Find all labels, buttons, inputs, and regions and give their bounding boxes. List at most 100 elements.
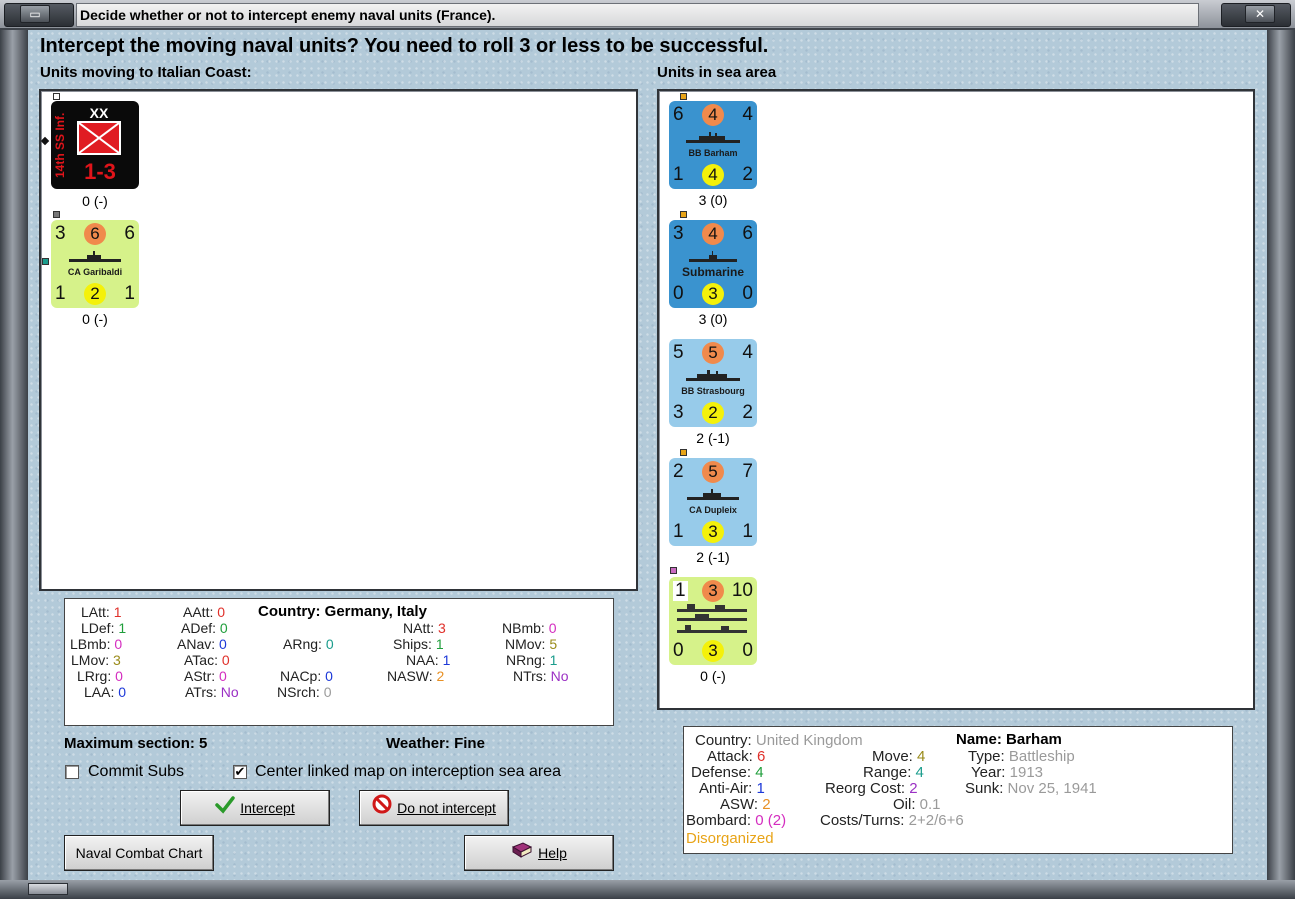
maximum-section: Maximum section: 5 <box>64 735 208 752</box>
stat-lbmb: LBmb: 0 <box>70 636 123 652</box>
weather: Weather: Fine <box>386 735 485 752</box>
naval-combat-chart-button[interactable]: Naval Combat Chart <box>64 835 214 871</box>
summary-country: Country: Germany, Italy <box>258 603 427 620</box>
naval-unit-submarine[interactable]: 3 4 6 Submarine 0 3 0 <box>669 220 757 308</box>
unit-aa: 0 <box>742 640 753 661</box>
infantry-icon <box>77 121 121 155</box>
naval-unit-bb-barham[interactable]: 6 4 4 BB Barham 1 4 2 <box>669 101 757 189</box>
unit-attack: 5 <box>673 342 684 363</box>
unit-defense: 3 <box>673 402 684 423</box>
unit-range: 6 <box>742 223 753 244</box>
moving-units-summary: LAtt: 1 LDef: 1 LBmb: 0 LMov: 3 LRrg: 0 … <box>64 598 614 726</box>
unit-movement: 3 <box>702 580 724 602</box>
unit-defense: 1 <box>673 164 684 185</box>
commit-subs-label[interactable]: Commit Subs <box>88 763 184 781</box>
unit-attack: 3 <box>55 223 66 244</box>
center-map-label[interactable]: Center linked map on interception sea ar… <box>255 763 561 781</box>
unit-aa: 2 <box>742 402 753 423</box>
checkmark-icon <box>215 792 235 826</box>
stat-lmov: LMov: 3 <box>71 652 121 668</box>
stat-latt: LAtt: 1 <box>81 604 122 620</box>
stat-nmov: NMov: 5 <box>505 636 558 652</box>
detail-move: Move: 4 <box>872 748 926 765</box>
unit-aa: 2 <box>742 164 753 185</box>
unit-caption: 2 (-1) <box>696 549 730 565</box>
sea-area-units-panel[interactable]: 6 4 4 BB Barham 1 4 2 3 (0) 3 4 6 Submar… <box>657 89 1255 710</box>
window-title: Decide whether or not to intercept enemy… <box>76 3 1199 27</box>
unit-caption: 0 (-) <box>82 311 108 327</box>
sea-area-units-label: Units in sea area <box>657 64 777 81</box>
naval-unit-ca-dupleix[interactable]: 2 5 7 CA Dupleix 1 3 1 <box>669 458 757 546</box>
unit-movement: 5 <box>702 342 724 364</box>
unit-defense: 1 <box>673 521 684 542</box>
naval-unit-bb-strasbourg[interactable]: 5 5 4 BB Strasbourg 3 2 2 <box>669 339 757 427</box>
unit-attack: 3 <box>673 223 684 244</box>
unit-aa: 0 <box>742 283 753 304</box>
unit-name: BB Strasbourg <box>681 386 745 396</box>
unit-range: 4 <box>742 342 753 363</box>
battleship-silhouette-icon <box>686 132 740 143</box>
unit-name: BB Barham <box>688 148 738 158</box>
unit-size: 3 <box>702 283 724 305</box>
unit-name: Submarine <box>681 265 744 279</box>
detail-country: Country: United Kingdom <box>695 732 863 749</box>
unit-strength: 1-3 <box>84 159 116 184</box>
frame-left <box>0 30 28 882</box>
unit-caption: 3 (0) <box>698 311 728 327</box>
center-map-checkbox[interactable]: ✔ <box>233 765 247 779</box>
convoy-silhouette-icon <box>677 604 747 633</box>
detail-name: Name: Barham <box>956 731 1062 748</box>
help-button[interactable]: Help <box>464 835 614 871</box>
stat-ntrs: NTrs: No <box>513 668 569 684</box>
unit-attack: 2 <box>673 461 684 482</box>
unit-caption: 0 (-) <box>700 668 726 684</box>
stat-arng: ARng: 0 <box>283 636 334 652</box>
cruiser-silhouette-icon <box>687 489 739 500</box>
unit-name: CA Dupleix <box>689 505 737 515</box>
stat-nrng: NRng: 1 <box>506 652 558 668</box>
naval-unit-stack[interactable]: 1 3 10 0 3 0 <box>669 577 757 665</box>
close-icon[interactable]: ✕ <box>1245 5 1275 23</box>
detail-type: Type: Battleship <box>968 748 1075 765</box>
prohibited-icon <box>372 792 392 826</box>
unit-marker <box>53 211 60 218</box>
moving-units-panel[interactable]: 14th SS Inf. XX 1-3 0 (-) 3 6 6 CA Garib… <box>39 89 638 591</box>
unit-caption: 3 (0) <box>698 192 728 208</box>
unit-aa: 1 <box>742 521 753 542</box>
do-not-intercept-button[interactable]: Do not intercept <box>359 790 509 826</box>
naval-unit-ca-garibaldi[interactable]: 3 6 6 CA Garibaldi 1 2 1 <box>51 220 139 308</box>
stat-aatt: AAtt: 0 <box>183 604 226 620</box>
unit-movement: 5 <box>702 461 724 483</box>
intercept-prompt: Intercept the moving naval units? You ne… <box>40 35 769 57</box>
unit-size: XX <box>89 105 109 121</box>
stat-laa: LAA: 0 <box>84 684 127 700</box>
detail-sunk: Sunk: Nov 25, 1941 <box>965 780 1097 797</box>
window-menu-icon[interactable]: ▭ <box>20 5 50 23</box>
stat-ships: Ships: 1 <box>393 636 444 652</box>
intercept-label: Intercept <box>240 800 295 816</box>
stat-lrrg: LRrg: 0 <box>77 668 123 684</box>
dialog-client: Intercept the moving naval units? You ne… <box>28 30 1267 880</box>
unit-movement: 4 <box>702 104 724 126</box>
unit-marker <box>40 136 50 146</box>
unit-size: 2 <box>702 402 724 424</box>
help-book-icon <box>511 837 533 871</box>
stat-nbmb: NBmb: 0 <box>502 620 557 636</box>
unit-attack: 6 <box>673 104 684 125</box>
commit-subs-checkbox[interactable] <box>65 765 79 779</box>
unit-size: 4 <box>702 164 724 186</box>
battleship-silhouette-icon <box>686 370 740 381</box>
stat-ldef: LDef: 1 <box>81 620 127 636</box>
detail-range: Range: 4 <box>863 764 924 781</box>
detail-antiair: Anti-Air: 1 <box>699 780 765 797</box>
detail-bombard: Bombard: 0 (2) <box>686 812 787 829</box>
stat-natt: NAtt: 3 <box>403 620 446 636</box>
stat-nacp: NACp: 0 <box>280 668 333 684</box>
moving-units-label: Units moving to Italian Coast: <box>40 64 252 81</box>
resize-grip[interactable] <box>28 883 68 895</box>
unit-defense: 0 <box>673 283 684 304</box>
intercept-button[interactable]: Intercept <box>180 790 330 826</box>
land-unit-14th-ss-inf[interactable]: 14th SS Inf. XX 1-3 <box>51 101 139 189</box>
detail-reorg-cost: Reorg Cost: 2 <box>825 780 918 797</box>
help-label: Help <box>538 845 567 861</box>
